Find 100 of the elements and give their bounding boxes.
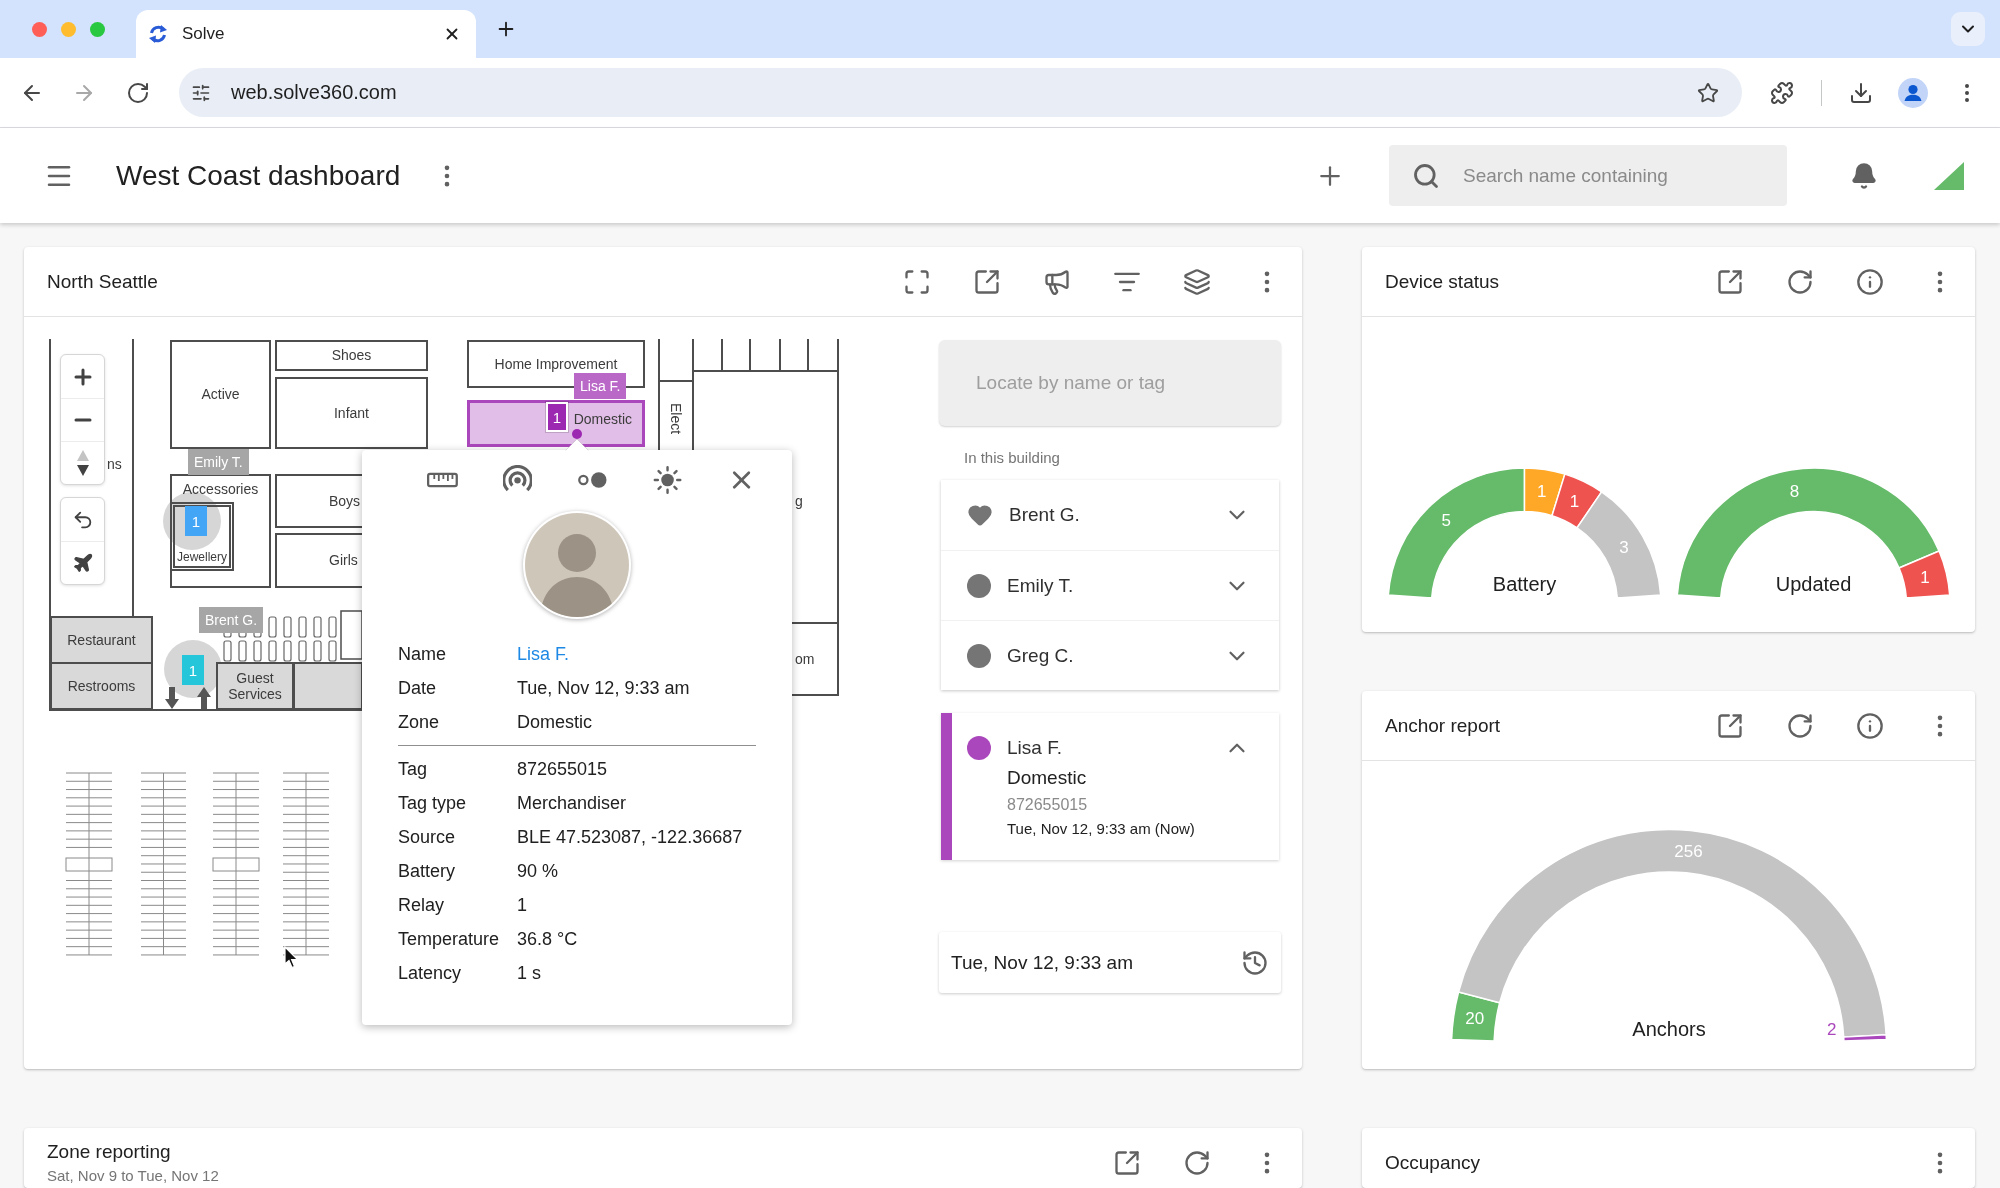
field-value: 36.8 °C bbox=[517, 928, 578, 950]
sun-icon[interactable] bbox=[652, 464, 682, 496]
person-list-item[interactable]: Brent G. bbox=[941, 480, 1279, 550]
data-label: 8 bbox=[1789, 481, 1800, 501]
info-icon[interactable] bbox=[1856, 267, 1884, 296]
sliders-icon[interactable] bbox=[191, 82, 211, 103]
chart-title: Updated bbox=[1775, 573, 1852, 595]
cursor-icon bbox=[284, 946, 299, 969]
open-in-new-icon[interactable] bbox=[1716, 267, 1744, 296]
field-label: Date bbox=[398, 677, 437, 699]
map-room[interactable]: Guest Services bbox=[216, 662, 294, 710]
reload-icon[interactable] bbox=[126, 80, 150, 105]
ruler-icon[interactable] bbox=[427, 472, 458, 488]
data-label: 5 bbox=[1441, 511, 1451, 531]
chart-title: Anchors bbox=[1631, 1017, 1706, 1040]
field-value: 1 s bbox=[517, 962, 541, 984]
field-label: Tag bbox=[398, 758, 428, 780]
refresh-icon[interactable] bbox=[1786, 711, 1814, 740]
map-room[interactable] bbox=[293, 662, 363, 710]
field-label: Source bbox=[398, 826, 456, 848]
field-label: Relay bbox=[398, 894, 445, 916]
refresh-icon[interactable] bbox=[1786, 267, 1814, 296]
card-title: Zone reporting bbox=[47, 1141, 172, 1163]
name-link[interactable]: Lisa F. bbox=[517, 643, 570, 665]
chart-title: Battery bbox=[1492, 573, 1557, 595]
date-time-field[interactable]: Tue, Nov 12, 9:33 am bbox=[939, 932, 1281, 993]
fullscreen-icon[interactable] bbox=[903, 267, 931, 296]
room-label: Restaurant bbox=[67, 631, 136, 649]
person-tag[interactable]: Lisa F. bbox=[574, 373, 627, 399]
locate-field[interactable]: Locate by name or tag bbox=[939, 340, 1281, 426]
data-label: 1 bbox=[1569, 491, 1580, 511]
room-label: Elect bbox=[668, 403, 684, 435]
megaphone-icon[interactable] bbox=[1043, 267, 1071, 296]
field-value: 90 % bbox=[517, 860, 559, 882]
room-label: Jewellery bbox=[177, 551, 227, 565]
map-room[interactable]: Restaurant bbox=[50, 616, 153, 664]
data-label: 2 bbox=[1826, 1020, 1837, 1039]
room-label: Domestic bbox=[573, 411, 632, 428]
data-label: 1 bbox=[1536, 481, 1547, 501]
field-value: Merchandiser bbox=[517, 792, 627, 814]
zone-name: Domestic bbox=[1007, 766, 1087, 790]
signal-icon bbox=[1934, 161, 1964, 190]
room-label: Restrooms bbox=[67, 677, 136, 695]
field-label: Battery bbox=[398, 860, 456, 882]
airplane-icon[interactable] bbox=[71, 552, 94, 574]
field-value: 872655015 bbox=[517, 758, 608, 780]
room-label: Boys bbox=[329, 492, 361, 510]
room-label: Girls bbox=[329, 552, 358, 569]
map-room[interactable]: Shoes bbox=[275, 340, 428, 371]
field-label: Temperature bbox=[398, 928, 500, 950]
star-icon[interactable] bbox=[1697, 81, 1719, 104]
browser-tab[interactable]: Solve bbox=[136, 10, 476, 58]
field-label: Zone bbox=[398, 711, 440, 733]
search-icon bbox=[1412, 161, 1440, 190]
field-value: 1 bbox=[517, 894, 527, 916]
bell-icon[interactable] bbox=[1850, 161, 1878, 190]
map-room[interactable]: Restrooms bbox=[50, 662, 153, 710]
location-dot-icon bbox=[572, 429, 582, 439]
data-label: 1 bbox=[1920, 568, 1930, 588]
history-icon[interactable] bbox=[1241, 948, 1269, 977]
compass-icon[interactable] bbox=[76, 450, 89, 476]
card-title: North Seattle bbox=[47, 270, 158, 293]
card-title: Device status bbox=[1385, 270, 1500, 293]
card-title: Anchor report bbox=[1385, 714, 1501, 737]
field-label: Tag type bbox=[398, 792, 467, 814]
open-in-new-icon[interactable] bbox=[1113, 1149, 1141, 1177]
toggle-dots-icon[interactable] bbox=[576, 471, 608, 489]
map-room[interactable]: Active bbox=[170, 340, 271, 449]
data-label: 20 bbox=[1464, 1009, 1484, 1029]
room-label: Active bbox=[201, 386, 240, 403]
room-label: Home Improvement bbox=[494, 355, 618, 373]
card-title: Occupancy bbox=[1385, 1152, 1481, 1174]
room-label: g bbox=[795, 493, 803, 509]
arrow-down-icon bbox=[165, 687, 179, 709]
sync-arrows-icon bbox=[148, 24, 168, 44]
field-value: Domestic bbox=[517, 711, 592, 733]
room-label: Infant bbox=[334, 404, 369, 422]
room-label: Guest Services bbox=[227, 669, 283, 703]
room-label: ns bbox=[107, 456, 122, 472]
count-marker[interactable]: 1 bbox=[546, 402, 568, 432]
profile-icon[interactable] bbox=[1898, 77, 1928, 108]
dashboard-title: West Coast dashboard bbox=[116, 159, 401, 192]
address-bar[interactable]: web.solve360.com bbox=[179, 68, 1742, 117]
search-field[interactable]: Search name containing bbox=[1389, 145, 1787, 206]
download-icon[interactable] bbox=[1849, 80, 1873, 105]
puzzle-icon[interactable] bbox=[1770, 80, 1794, 105]
layers-icon[interactable] bbox=[1183, 267, 1211, 296]
refresh-icon[interactable] bbox=[1183, 1149, 1211, 1177]
person-list-item[interactable]: Emily T. bbox=[941, 550, 1279, 620]
person-name: Lisa F. bbox=[1007, 736, 1062, 760]
open-in-new-icon[interactable] bbox=[1716, 711, 1744, 740]
open-in-new-icon[interactable] bbox=[973, 267, 1001, 296]
info-icon[interactable] bbox=[1856, 711, 1884, 740]
field-label: Latency bbox=[398, 962, 462, 984]
person-list-item[interactable]: Greg C. bbox=[941, 620, 1279, 690]
room-label: Accessories bbox=[182, 481, 259, 498]
timestamp: Tue, Nov 12, 9:33 am (Now) bbox=[1007, 819, 1195, 839]
map-room[interactable]: Infant bbox=[275, 377, 428, 449]
data-label: 256 bbox=[1673, 842, 1703, 862]
room-label: om bbox=[795, 651, 815, 667]
